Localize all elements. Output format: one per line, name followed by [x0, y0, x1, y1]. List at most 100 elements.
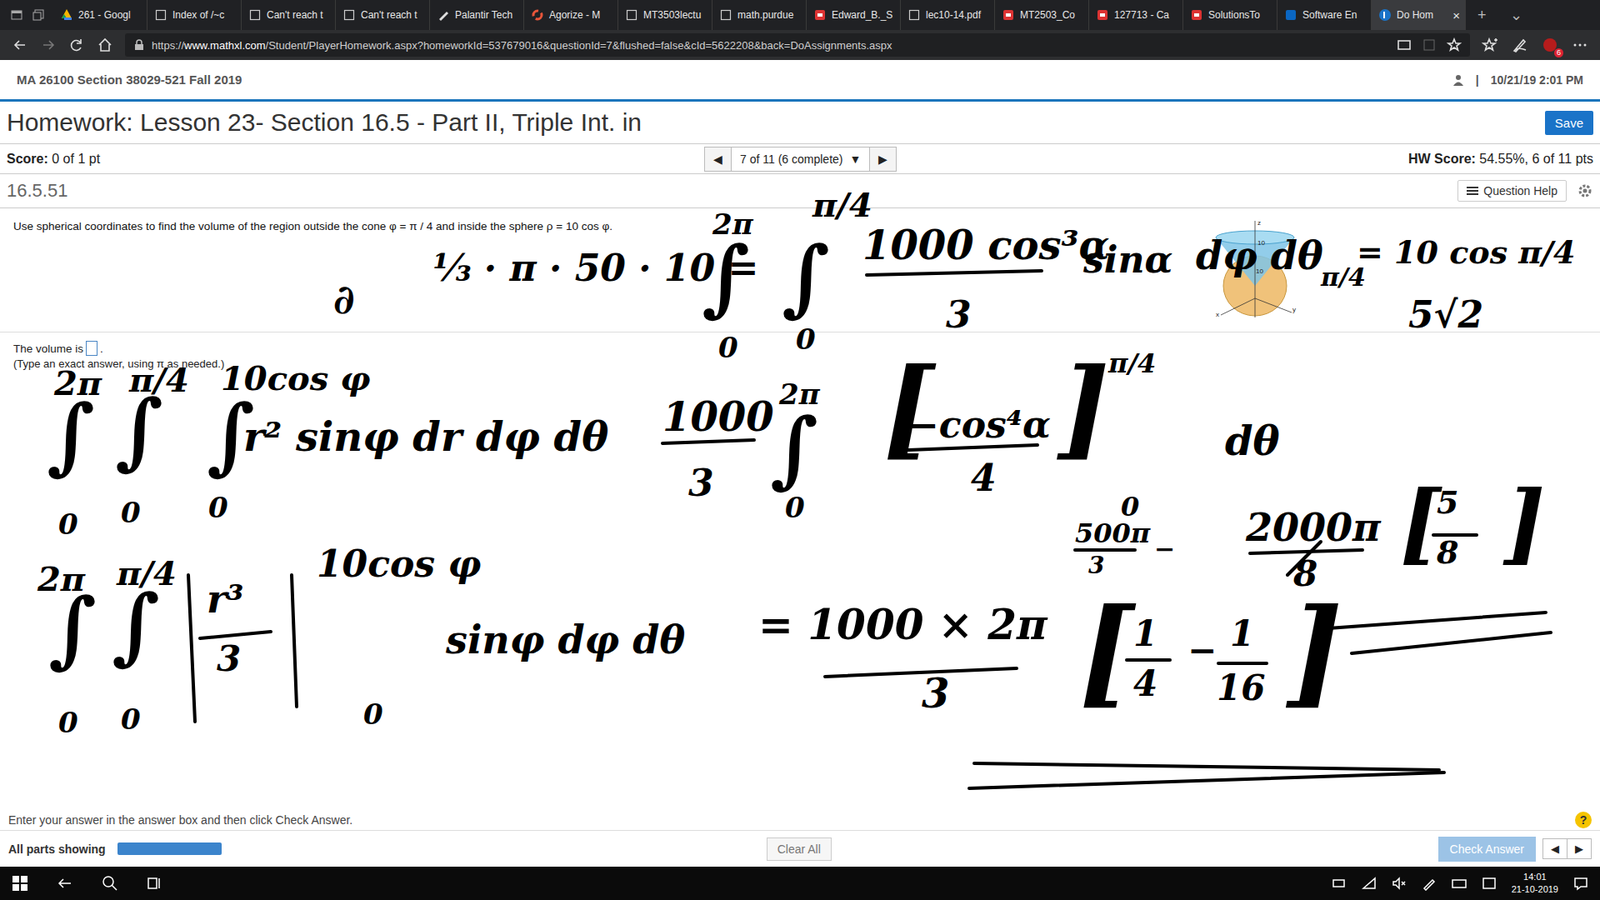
- progress-fill: [117, 842, 222, 855]
- tab-label: 127713 - Ca: [1114, 9, 1170, 21]
- previous-button[interactable]: ◀: [1543, 839, 1567, 859]
- extension-button[interactable]: 6: [1541, 36, 1559, 54]
- next-question-button[interactable]: ▶: [870, 147, 896, 171]
- handwritten-note: 3: [1088, 554, 1105, 578]
- back-icon[interactable]: [56, 875, 74, 892]
- handwritten-note: 0: [58, 708, 79, 737]
- back-icon[interactable]: [11, 36, 29, 54]
- new-tab-button[interactable]: +: [1465, 6, 1499, 25]
- question-help-button[interactable]: Question Help: [1457, 180, 1567, 202]
- parts-label: All parts showing: [8, 842, 106, 856]
- save-button[interactable]: Save: [1545, 110, 1594, 135]
- question-dropdown[interactable]: 7 of 11 (6 complete)▼: [730, 147, 870, 171]
- clock[interactable]: 14:0121-10-2019: [1511, 870, 1559, 896]
- dropdown-arrow: ▼: [849, 152, 861, 166]
- reading-view-icon[interactable]: [1396, 37, 1412, 53]
- task-view-icon[interactable]: [146, 875, 164, 892]
- handwritten-note: = 1000 × 2π: [758, 604, 1048, 646]
- handwritten-note: r³: [206, 580, 244, 619]
- handwritten-note: ∫: [111, 583, 160, 667]
- close-tab-button[interactable]: ×: [1452, 8, 1460, 23]
- browser-tab[interactable]: Palantir Tech: [430, 0, 525, 30]
- handwritten-note: 0: [785, 493, 805, 522]
- display-icon[interactable]: [1481, 875, 1497, 891]
- search-icon[interactable]: [101, 875, 119, 892]
- browser-tab[interactable]: Agorize - M: [524, 0, 619, 30]
- handwritten-note: 3: [945, 296, 972, 334]
- course-header: MA 26100 Section 38029-521 Fall 2019|10/…: [0, 60, 1600, 102]
- tab-label: MT2503_Co: [1020, 9, 1075, 21]
- browser-tab[interactable]: MT3503lectu: [618, 0, 713, 30]
- ring-icon: [530, 8, 545, 22]
- course-name: MA 26100 Section 38029-521 Fall 2019: [16, 72, 242, 87]
- time: 14:01: [1511, 870, 1559, 884]
- question-id: 16.5.51: [6, 180, 68, 202]
- handwritten-note: 8: [1293, 556, 1318, 592]
- page-icon: [248, 8, 262, 22]
- tab-menu-button[interactable]: ⌄: [1498, 5, 1535, 25]
- handwritten-note: [: [1400, 480, 1441, 567]
- figure-label: z: [1257, 219, 1261, 227]
- pen-workspace-icon[interactable]: [1421, 875, 1437, 891]
- wifi-icon[interactable]: [1361, 875, 1377, 891]
- browser-tab[interactable]: Can't reach t: [241, 0, 336, 30]
- score-label: Score:: [6, 151, 49, 166]
- handwritten-note: π/4: [116, 556, 177, 590]
- browser-tab[interactable]: MT2503_Co: [995, 0, 1090, 30]
- handwritten-note: ]: [1504, 480, 1545, 567]
- forward-icon[interactable]: [40, 36, 57, 54]
- clear-all-button[interactable]: Clear All: [766, 837, 832, 861]
- browser-tab[interactable]: Can't reach t: [335, 0, 430, 30]
- browser-tab[interactable]: SolutionsTo: [1183, 0, 1278, 30]
- favorite-star-icon[interactable]: [1446, 37, 1462, 53]
- help-button[interactable]: ?: [1575, 811, 1592, 829]
- pdf-icon: [1095, 8, 1110, 22]
- handwritten-note: 1: [1230, 616, 1255, 652]
- tab-view-icon[interactable]: [1421, 37, 1437, 53]
- volume-muted-icon[interactable]: [1391, 875, 1407, 891]
- next-button[interactable]: ▶: [1566, 839, 1591, 859]
- notifications-icon[interactable]: [1573, 875, 1589, 891]
- browser-tab[interactable]: Edward_B._S: [806, 0, 901, 30]
- pen-icon[interactable]: [1511, 36, 1529, 54]
- handwritten-note: 4: [970, 460, 997, 497]
- reload-icon[interactable]: [68, 36, 85, 54]
- handwritten-note: 10cos φ: [316, 545, 481, 583]
- handwritten-note: π/4: [1320, 265, 1366, 290]
- user-icon[interactable]: [1452, 74, 1465, 86]
- handwritten-note: 10cos φ: [220, 361, 370, 395]
- address-bar[interactable]: https://www.mathxl.com/Student/PlayerHom…: [125, 33, 1470, 57]
- battery-icon[interactable]: [1331, 875, 1347, 891]
- tab-preview-icon[interactable]: [10, 8, 24, 22]
- keyboard-icon[interactable]: [1451, 875, 1467, 891]
- handwritten-note: 3: [688, 465, 715, 502]
- url-scheme: https://: [151, 39, 185, 52]
- browser-tab[interactable]: lec10-14.pdf: [900, 0, 995, 30]
- windows-start-icon[interactable]: [11, 875, 29, 892]
- set-aside-icon[interactable]: [31, 8, 45, 22]
- handwritten-note: 4: [1133, 666, 1158, 702]
- region-figure[interactable]: z1010xy: [1204, 219, 1306, 321]
- browser-tab[interactable]: 127713 - Ca: [1089, 0, 1184, 30]
- favorites-icon[interactable]: [1481, 36, 1499, 54]
- pdf-icon: [1190, 8, 1204, 22]
- handwritten-note: 2π: [779, 380, 820, 409]
- browser-tab[interactable]: Software En: [1277, 0, 1372, 30]
- tab-label: Agorize - M: [549, 9, 600, 21]
- previous-question-button[interactable]: ◀: [705, 147, 731, 171]
- cone-sphere-figure: [1204, 219, 1306, 321]
- browser-tab[interactable]: Do Hom×: [1371, 0, 1466, 30]
- answer-suffix: .: [100, 342, 104, 355]
- more-icon[interactable]: [1571, 36, 1589, 54]
- browser-tab[interactable]: math.purdue: [712, 0, 807, 30]
- browser-tab[interactable]: 261 - Googl: [53, 0, 148, 30]
- handwritten-note: ∫: [770, 406, 819, 490]
- tab-label: math.purdue: [737, 9, 794, 21]
- home-icon[interactable]: [96, 36, 114, 54]
- answer-input[interactable]: [85, 340, 98, 356]
- gear-icon[interactable]: [1576, 182, 1594, 200]
- tab-strip: 261 - GooglIndex of /~cCan't reach tCan'…: [0, 0, 1600, 30]
- browser-tab[interactable]: Index of /~c: [147, 0, 242, 30]
- figure-label: 10: [1257, 239, 1265, 247]
- page-icon: [625, 8, 639, 22]
